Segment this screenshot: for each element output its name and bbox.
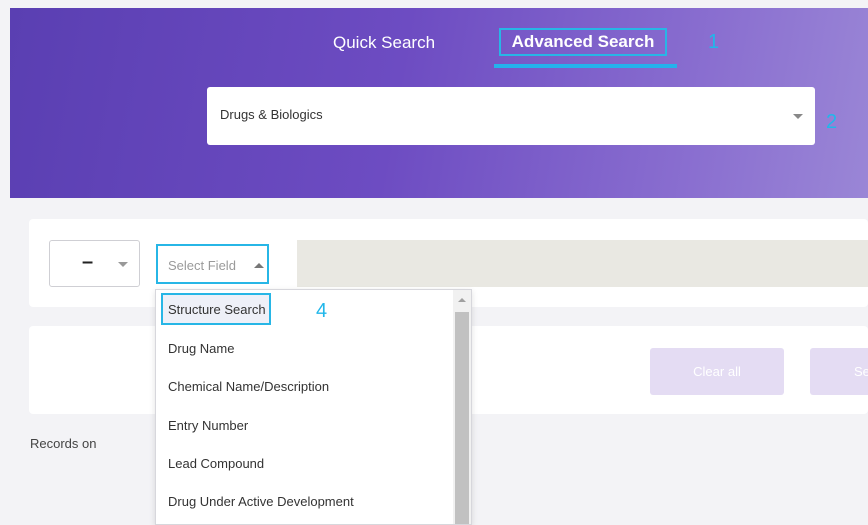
dropdown-item-drug-under-development[interactable]: Drug Under Active Development — [168, 494, 354, 509]
clear-all-button[interactable]: Clear all — [650, 348, 784, 395]
field-select-placeholder: Select Field — [168, 258, 236, 273]
database-select-value: Drugs & Biologics — [220, 107, 323, 122]
search-button[interactable]: Se — [810, 348, 868, 395]
search-term-input[interactable] — [297, 240, 868, 287]
dropdown-item-drug-name[interactable]: Drug Name — [168, 341, 234, 356]
scrollbar-thumb[interactable] — [455, 312, 469, 524]
annotation-4: 4 — [316, 300, 328, 322]
operator-value: – — [82, 251, 94, 273]
dropdown-item-lead-compound[interactable]: Lead Compound — [168, 456, 264, 471]
scroll-up-icon[interactable] — [458, 298, 466, 302]
active-tab-indicator — [494, 64, 677, 68]
database-select[interactable]: Drugs & Biologics — [207, 87, 815, 145]
dropdown-scrollbar[interactable] — [453, 290, 471, 524]
annotation-1: 1 — [708, 31, 720, 53]
tab-advanced-search[interactable]: Advanced Search — [499, 28, 667, 56]
dropdown-item-chemical-name[interactable]: Chemical Name/Description — [168, 379, 329, 394]
chevron-down-icon — [118, 262, 128, 267]
field-dropdown: Structure Search Drug Name Chemical Name… — [155, 289, 472, 525]
chevron-up-icon — [254, 263, 264, 268]
operator-select[interactable]: – — [49, 240, 140, 287]
annotation-2: 2 — [826, 111, 838, 133]
tab-quick-search[interactable]: Quick Search — [333, 33, 435, 53]
dropdown-item-structure-search[interactable]: Structure Search — [161, 293, 271, 325]
field-select[interactable]: Select Field — [156, 244, 269, 284]
records-label: Records on — [30, 436, 97, 451]
dropdown-item-entry-number[interactable]: Entry Number — [168, 418, 248, 433]
chevron-down-icon — [793, 114, 803, 119]
